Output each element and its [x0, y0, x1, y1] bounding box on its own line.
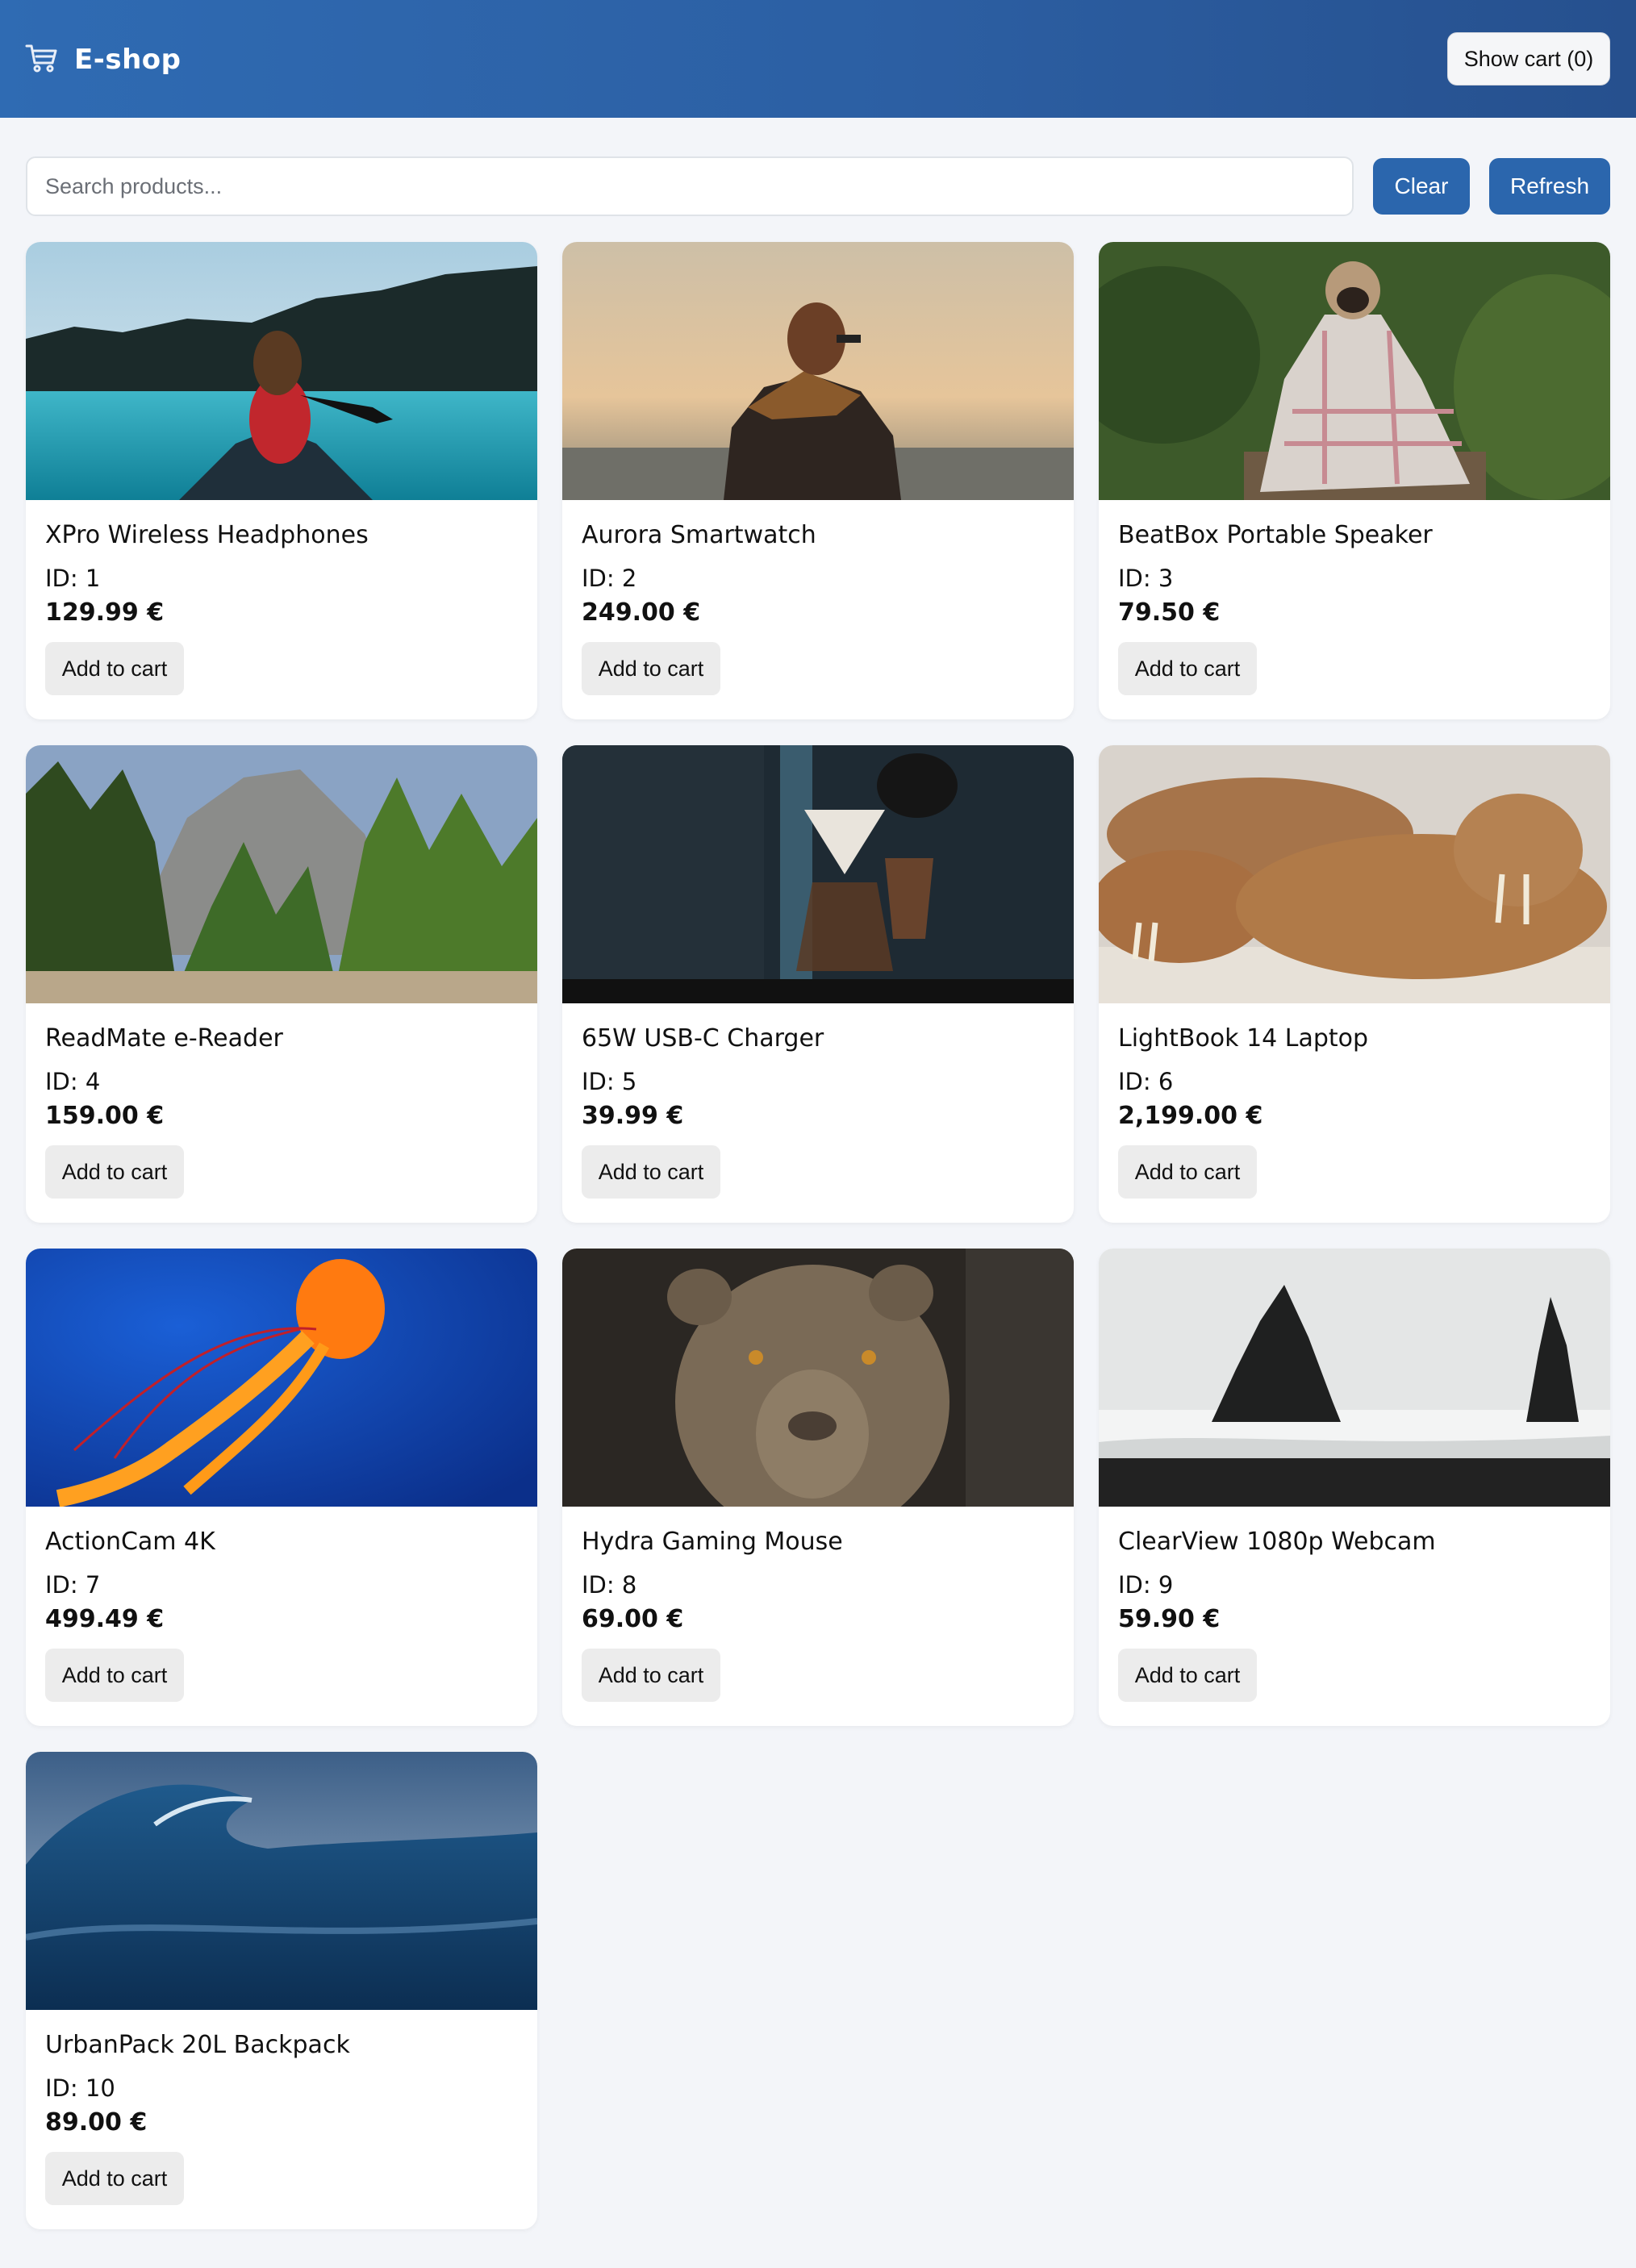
add-to-cart-button[interactable]: Add to cart	[45, 642, 184, 695]
product-image	[562, 1249, 1074, 1507]
product-id: ID: 1	[45, 565, 101, 592]
add-to-cart-button[interactable]: Add to cart	[45, 2152, 184, 2205]
product-id: ID: 2	[582, 565, 637, 592]
product-card: Aurora Smartwatch ID: 2 249.00 € Add to …	[562, 242, 1074, 719]
product-card: BeatBox Portable Speaker ID: 3 79.50 € A…	[1099, 242, 1610, 719]
product-card: ActionCam 4K ID: 7 499.49 € Add to cart	[26, 1249, 537, 1726]
product-price: 129.99 €	[45, 598, 165, 627]
product-id: ID: 7	[45, 1571, 101, 1599]
add-to-cart-button[interactable]: Add to cart	[1118, 1649, 1257, 1702]
clear-button[interactable]: Clear	[1373, 158, 1470, 215]
product-card: UrbanPack 20L Backpack ID: 10 89.00 € Ad…	[26, 1752, 537, 2229]
product-image	[1099, 745, 1610, 1003]
add-to-cart-button[interactable]: Add to cart	[582, 642, 720, 695]
product-card: ClearView 1080p Webcam ID: 9 59.90 € Add…	[1099, 1249, 1610, 1726]
product-image	[26, 1249, 537, 1507]
product-name: Hydra Gaming Mouse	[582, 1528, 843, 1556]
product-id: ID: 9	[1118, 1571, 1174, 1599]
product-name: LightBook 14 Laptop	[1118, 1024, 1369, 1053]
product-id: ID: 8	[582, 1571, 637, 1599]
show-cart-button[interactable]: Show cart (0)	[1447, 32, 1610, 85]
product-card: XPro Wireless Headphones ID: 1 129.99 € …	[26, 242, 537, 719]
product-id: ID: 10	[45, 2074, 115, 2102]
product-price: 69.00 €	[582, 1605, 684, 1633]
product-image	[26, 242, 537, 500]
app-header: E-shop Show cart (0)	[0, 0, 1636, 118]
product-price: 2,199.00 €	[1118, 1102, 1263, 1130]
product-image	[562, 242, 1074, 500]
product-price: 79.50 €	[1118, 598, 1221, 627]
product-name: XPro Wireless Headphones	[45, 521, 369, 549]
product-card: LightBook 14 Laptop ID: 6 2,199.00 € Add…	[1099, 745, 1610, 1223]
product-id: ID: 6	[1118, 1068, 1174, 1095]
product-name: Aurora Smartwatch	[582, 521, 816, 549]
add-to-cart-button[interactable]: Add to cart	[582, 1145, 720, 1199]
add-to-cart-button[interactable]: Add to cart	[582, 1649, 720, 1702]
add-to-cart-button[interactable]: Add to cart	[45, 1145, 184, 1199]
product-card: ReadMate e-Reader ID: 4 159.00 € Add to …	[26, 745, 537, 1223]
product-card: Hydra Gaming Mouse ID: 8 69.00 € Add to …	[562, 1249, 1074, 1726]
product-name: ClearView 1080p Webcam	[1118, 1528, 1436, 1556]
product-name: ReadMate e-Reader	[45, 1024, 283, 1053]
product-price: 89.00 €	[45, 2108, 148, 2137]
add-to-cart-button[interactable]: Add to cart	[1118, 1145, 1257, 1199]
product-price: 249.00 €	[582, 598, 701, 627]
product-price: 159.00 €	[45, 1102, 165, 1130]
product-image	[26, 1752, 537, 2010]
product-name: ActionCam 4K	[45, 1528, 215, 1556]
product-price: 59.90 €	[1118, 1605, 1221, 1633]
product-price: 499.49 €	[45, 1605, 165, 1633]
brand[interactable]: E-shop	[24, 37, 181, 82]
add-to-cart-button[interactable]: Add to cart	[45, 1649, 184, 1702]
product-price: 39.99 €	[582, 1102, 684, 1130]
product-name: UrbanPack 20L Backpack	[45, 2031, 350, 2059]
product-card: 65W USB-C Charger ID: 5 39.99 € Add to c…	[562, 745, 1074, 1223]
product-name: BeatBox Portable Speaker	[1118, 521, 1433, 549]
product-id: ID: 4	[45, 1068, 101, 1095]
product-image	[562, 745, 1074, 1003]
product-image	[26, 745, 537, 1003]
product-id: ID: 5	[582, 1068, 637, 1095]
brand-name: E-shop	[74, 44, 182, 76]
product-name: 65W USB-C Charger	[582, 1024, 824, 1053]
product-image	[1099, 1249, 1610, 1507]
shopping-cart-icon	[24, 40, 60, 80]
search-input[interactable]	[26, 156, 1354, 216]
product-image	[1099, 242, 1610, 500]
product-id: ID: 3	[1118, 565, 1174, 592]
add-to-cart-button[interactable]: Add to cart	[1118, 642, 1257, 695]
refresh-button[interactable]: Refresh	[1489, 158, 1610, 215]
